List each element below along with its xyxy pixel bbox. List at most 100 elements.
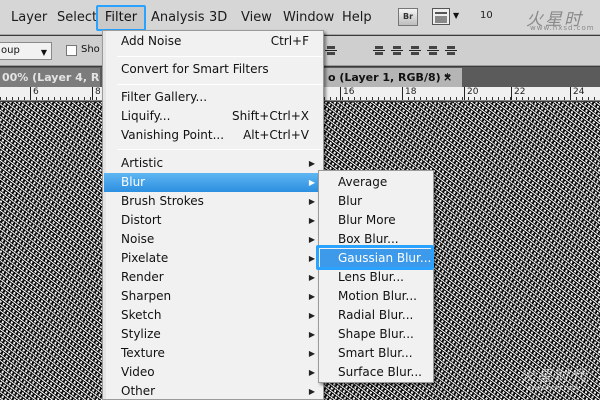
chevron-down-icon: ▼ — [453, 11, 460, 20]
menu-item-label: Video — [121, 365, 155, 379]
submenu-item-average[interactable]: Average — [320, 173, 432, 192]
menu-item-label: Sharpen — [121, 289, 172, 303]
menu-item-liquify[interactable]: Liquify... Shift+Ctrl+X — [104, 107, 323, 126]
blur-submenu: Average Blur Blur More Box Blur... Gauss… — [318, 170, 434, 383]
submenu-item-smart-blur[interactable]: Smart Blur... — [320, 344, 432, 363]
submenu-item-motion-blur[interactable]: Motion Blur... — [320, 287, 432, 306]
menu-item-convert-smart-filters[interactable]: Convert for Smart Filters — [104, 60, 323, 79]
bridge-button[interactable]: Br — [398, 8, 418, 26]
submenu-item-label: Lens Blur... — [338, 270, 404, 284]
menu-help[interactable]: Help — [342, 0, 372, 35]
menu-filter-label: Filter — [104, 10, 138, 25]
menu-item-vanishing-point[interactable]: Vanishing Point... Alt+Ctrl+V — [104, 126, 323, 145]
align-top-icon[interactable] — [325, 44, 337, 58]
show-transform-checkbox[interactable] — [66, 45, 77, 56]
menu-item-label: Texture — [121, 346, 165, 360]
menu-item-noise[interactable]: Noise ▶ — [104, 230, 323, 249]
menu-item-shortcut: Ctrl+F — [270, 34, 309, 48]
distribute-top-icon[interactable] — [373, 44, 385, 58]
menu-item-distort[interactable]: Distort ▶ — [104, 211, 323, 230]
submenu-arrow-icon: ▶ — [308, 387, 315, 396]
logo-url: www.hxsd.com — [530, 24, 595, 32]
distribute-left-icon[interactable] — [427, 44, 439, 58]
ruler-label: 16 — [343, 87, 355, 97]
submenu-item-surface-blur[interactable]: Surface Blur... — [320, 363, 432, 382]
submenu-item-label: Blur — [338, 194, 363, 208]
watermark-url: www.hxsd.com — [526, 384, 579, 392]
submenu-item-lens-blur[interactable]: Lens Blur... — [320, 268, 432, 287]
menu-item-label: Pixelate — [121, 251, 169, 265]
submenu-item-radial-blur[interactable]: Radial Blur... — [320, 306, 432, 325]
ruler-label: 8 — [95, 87, 101, 97]
submenu-item-label: Blur More — [338, 213, 396, 227]
menu-item-shortcut: Shift+Ctrl+X — [232, 109, 309, 123]
menu-item-sketch[interactable]: Sketch ▶ — [104, 306, 323, 325]
menu-item-label: Distort — [121, 213, 162, 227]
watermark-bottom: 火星时代 www.hxsd.com — [520, 365, 600, 397]
distribute-right-icon[interactable] — [445, 44, 457, 58]
distribute-center-icon[interactable] — [391, 44, 403, 58]
filter-menu: Add Noise Ctrl+F Convert for Smart Filte… — [102, 30, 324, 400]
menu-item-label: Liquify... — [121, 109, 171, 123]
distribute-bottom-icon[interactable] — [409, 44, 421, 58]
menu-item-label: Noise — [121, 232, 155, 246]
submenu-arrow-icon: ▶ — [308, 273, 315, 282]
submenu-arrow-icon: ▶ — [308, 235, 315, 244]
menu-item-brush-strokes[interactable]: Brush Strokes ▶ — [104, 192, 323, 211]
menu-item-label: Sketch — [121, 308, 162, 322]
watermark-logo: 火星时代 www.hxsd.com — [508, 4, 600, 55]
submenu-item-shape-blur[interactable]: Shape Blur... — [320, 325, 432, 344]
menu-item-blur[interactable]: Blur ▶ — [104, 173, 323, 192]
ruler-label: 6 — [33, 87, 39, 97]
submenu-arrow-icon: ▶ — [308, 349, 315, 358]
document-tab-1[interactable]: 00% (Layer 4, RG — [0, 68, 100, 87]
submenu-item-label: Radial Blur... — [338, 308, 414, 322]
submenu-arrow-icon: ▶ — [308, 368, 315, 377]
menu-item-video[interactable]: Video ▶ — [104, 363, 323, 382]
menu-item-label: Other — [121, 384, 156, 398]
submenu-item-blur-more[interactable]: Blur More — [320, 211, 432, 230]
ruler-label: 18 — [405, 87, 417, 97]
submenu-arrow-icon: ▶ — [308, 178, 315, 187]
submenu-arrow-icon: ▶ — [308, 216, 315, 225]
ruler-label: 24 — [573, 87, 585, 97]
submenu-item-label: Motion Blur... — [338, 289, 417, 303]
submenu-item-label: Smart Blur... — [338, 346, 413, 360]
show-transform-label: Sho — [81, 44, 100, 55]
menu-item-label: Stylize — [121, 327, 161, 341]
menu-item-texture[interactable]: Texture ▶ — [104, 344, 323, 363]
submenu-item-blur[interactable]: Blur — [320, 192, 432, 211]
screen-mode-icon — [432, 8, 450, 25]
menu-item-artistic[interactable]: Artistic ▶ — [104, 154, 323, 173]
menu-item-other[interactable]: Other ▶ — [104, 382, 323, 400]
menu-item-render[interactable]: Render ▶ — [104, 268, 323, 287]
menu-item-label: Blur — [121, 175, 146, 189]
menu-item-label: Brush Strokes — [121, 194, 204, 208]
menu-item-label: Vanishing Point... — [121, 128, 225, 142]
menu-filter[interactable]: Filter — [96, 5, 146, 31]
submenu-arrow-icon: ▶ — [308, 254, 315, 263]
submenu-item-label: Average — [338, 175, 388, 189]
menu-item-filter-gallery[interactable]: Filter Gallery... — [104, 88, 323, 107]
menu-item-label: Artistic — [121, 156, 164, 170]
menu-item-add-noise[interactable]: Add Noise Ctrl+F — [104, 32, 323, 51]
menu-item-pixelate[interactable]: Pixelate ▶ — [104, 249, 323, 268]
zoom-level[interactable]: 10 — [480, 10, 493, 21]
auto-select-value: oup — [1, 45, 20, 56]
close-icon[interactable]: × — [443, 68, 452, 87]
submenu-arrow-icon: ▶ — [308, 311, 315, 320]
menu-item-stylize[interactable]: Stylize ▶ — [104, 325, 323, 344]
menu-layer[interactable]: Layer — [11, 0, 47, 35]
document-tab-2[interactable]: o (Layer 1, RGB/8) * × — [322, 68, 462, 87]
menu-item-label: Convert for Smart Filters — [121, 62, 269, 76]
submenu-item-label: Shape Blur... — [338, 327, 414, 341]
watermark-text: 火星时代 — [520, 367, 589, 385]
screen-mode-button[interactable]: ▼ — [432, 8, 462, 26]
auto-select-dropdown[interactable]: oup ▼ — [0, 42, 52, 60]
menu-item-shortcut: Alt+Ctrl+V — [243, 128, 309, 142]
submenu-arrow-icon: ▶ — [308, 159, 315, 168]
menu-select[interactable]: Select — [57, 0, 97, 35]
submenu-item-label: Surface Blur... — [338, 365, 422, 379]
menu-item-sharpen[interactable]: Sharpen ▶ — [104, 287, 323, 306]
menu-item-label: Render — [121, 270, 164, 284]
